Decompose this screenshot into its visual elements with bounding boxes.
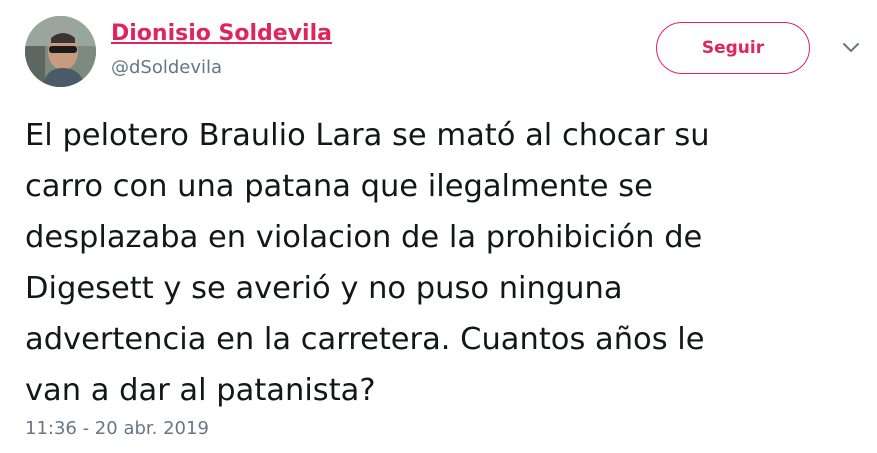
tweet-text: El pelotero Braulio Lara se mató al choc…: [25, 118, 710, 408]
tweet-card: Dionisio Soldevila @dSoldevila Seguir El…: [0, 0, 877, 453]
author-handle: @dSoldevila: [111, 57, 223, 78]
avatar-photo-icon: [25, 16, 96, 87]
author-display-name[interactable]: Dionisio Soldevila: [111, 20, 332, 48]
avatar[interactable]: [25, 16, 96, 87]
follow-button[interactable]: Seguir: [656, 22, 810, 74]
chevron-down-icon[interactable]: [840, 40, 862, 56]
tweet-timestamp[interactable]: 11:36 - 20 abr. 2019: [25, 417, 209, 441]
